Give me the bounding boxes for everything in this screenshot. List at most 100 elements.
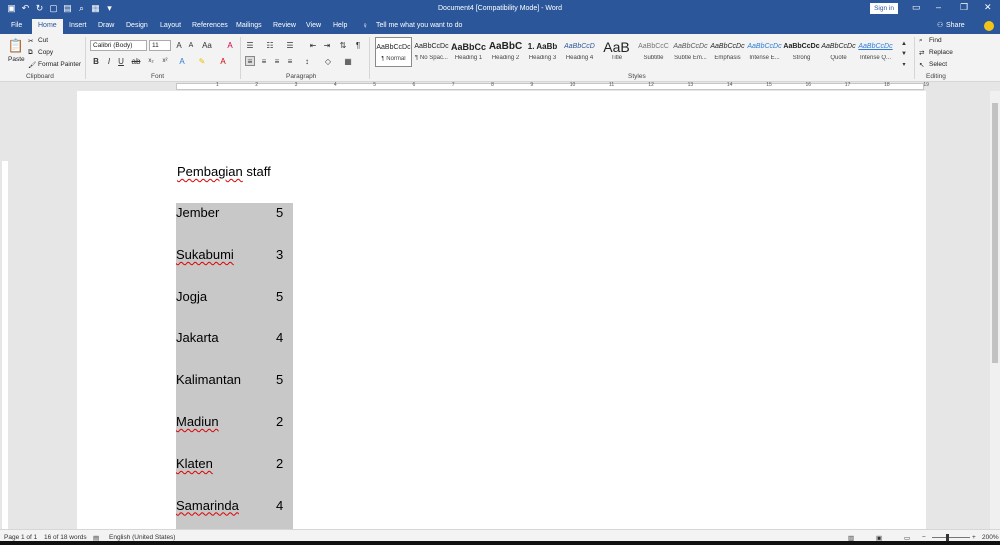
tab-home[interactable]: Home xyxy=(32,19,63,34)
share-icon[interactable]: ⚇ xyxy=(937,21,943,29)
paste-icon[interactable]: 📋 xyxy=(8,38,24,54)
highlight-color-icon[interactable]: ✎ xyxy=(197,56,207,66)
show-formatting-marks-icon[interactable]: ¶ xyxy=(353,40,363,50)
tab-review[interactable]: Review xyxy=(273,22,296,29)
style-quote[interactable]: AaBbCcDc Quote xyxy=(820,37,857,67)
shrink-font-icon[interactable]: A xyxy=(186,40,196,50)
justify-icon[interactable]: ≡ xyxy=(285,56,295,66)
tab-design[interactable]: Design xyxy=(126,22,148,29)
replace-icon[interactable]: ⇄ xyxy=(919,49,924,57)
close-icon[interactable]: ✕ xyxy=(984,2,992,13)
style-emphasis[interactable]: AaBbCcDc Emphasis xyxy=(709,37,746,67)
copy-icon[interactable]: ⧉ xyxy=(28,49,33,57)
list-item[interactable]: Klaten 2 xyxy=(176,454,296,476)
clear-formatting-icon[interactable]: A xyxy=(225,40,235,50)
style-heading-2[interactable]: AaBbC Heading 2 xyxy=(487,37,524,67)
vertical-scrollbar[interactable] xyxy=(990,91,1000,529)
format-painter-icon[interactable]: 🖌 xyxy=(28,61,36,69)
tab-references[interactable]: References xyxy=(192,22,228,29)
paste-button[interactable]: Paste xyxy=(8,56,25,63)
style-subtle-emphasis[interactable]: AaBbCcDc Subtle Em... xyxy=(672,37,709,67)
copy-button[interactable]: Copy xyxy=(38,49,53,56)
numbering-icon[interactable]: ☷ xyxy=(265,40,275,50)
minimize-icon[interactable]: – xyxy=(936,2,941,12)
word-count[interactable]: 16 of 18 words xyxy=(44,534,87,541)
share-button[interactable]: Share xyxy=(946,22,965,29)
feedback-smiley-icon[interactable] xyxy=(984,21,994,31)
list-item[interactable]: Jakarta 4 xyxy=(176,328,296,350)
style-title[interactable]: AaB Title xyxy=(598,37,635,67)
zoom-out-icon[interactable]: − xyxy=(922,534,926,541)
align-left-icon[interactable]: ≡ xyxy=(245,56,255,66)
grow-font-icon[interactable]: A xyxy=(174,40,184,50)
bold-icon[interactable]: B xyxy=(91,56,101,66)
cut-icon[interactable]: ✂ xyxy=(28,37,33,45)
decrease-indent-icon[interactable]: ⇤ xyxy=(308,40,318,50)
format-painter-button[interactable]: Format Painter xyxy=(38,61,81,68)
find-icon[interactable]: ⌕ xyxy=(919,37,923,45)
style-subtitle[interactable]: AaBbCcC Subtitle xyxy=(635,37,672,67)
style-heading-3[interactable]: 1. AaBb Heading 3 xyxy=(524,37,561,67)
style-heading-4[interactable]: AaBbCcD Heading 4 xyxy=(561,37,598,67)
bullets-icon[interactable]: ☰ xyxy=(245,40,255,50)
horizontal-ruler[interactable]: 1 2 3 4 5 6 7 8 9 10 11 12 13 14 15 16 17 18 19 xyxy=(76,82,929,91)
ribbon-display-options-icon[interactable]: ▭ xyxy=(912,2,921,13)
document-heading[interactable]: Pembagian staff xyxy=(177,164,271,179)
style-intense-quote[interactable]: AaBbCcDc Intense Q... xyxy=(857,37,894,67)
zoom-level[interactable]: 200% xyxy=(982,534,999,541)
align-center-icon[interactable]: ≡ xyxy=(259,56,269,66)
tell-me-search[interactable]: Tell me what you want to do xyxy=(376,22,462,29)
style-intense-emphasis[interactable]: AaBbCcDc Intense E... xyxy=(746,37,783,67)
style-normal[interactable]: AaBbCcDc ¶ Normal xyxy=(375,37,412,67)
tab-help[interactable]: Help xyxy=(333,22,347,29)
style-no-spacing[interactable]: AaBbCcDc ¶ No Spac... xyxy=(413,37,450,67)
superscript-icon[interactable]: x² xyxy=(160,56,170,66)
multilevel-list-icon[interactable]: ☰ xyxy=(285,40,295,50)
zoom-in-icon[interactable]: + xyxy=(972,534,976,541)
line-spacing-icon[interactable]: ↕ xyxy=(302,56,312,66)
maximize-icon[interactable]: ❐ xyxy=(960,2,968,13)
styles-scroll-down-icon[interactable]: ▼ xyxy=(899,49,909,59)
selected-text-block[interactable]: Jember 5 Sukabumi 3 Jogja 5 Jakarta 4 Kalimantan… xyxy=(176,203,293,529)
font-color-icon[interactable]: A xyxy=(218,56,228,66)
tab-draw[interactable]: Draw xyxy=(98,22,114,29)
subscript-icon[interactable]: x₂ xyxy=(146,56,156,66)
replace-button[interactable]: Replace xyxy=(929,49,953,56)
underline-icon[interactable]: U xyxy=(116,56,126,66)
shading-icon[interactable]: ◇ xyxy=(323,56,333,66)
sign-in-button[interactable]: Sign in xyxy=(870,3,898,14)
tab-view[interactable]: View xyxy=(306,22,321,29)
list-item[interactable]: Madiun 2 xyxy=(176,412,296,434)
strikethrough-icon[interactable]: ab xyxy=(131,56,141,66)
font-size-dropdown[interactable]: 11 xyxy=(149,40,171,51)
vertical-ruler[interactable] xyxy=(0,91,10,529)
page-count[interactable]: Page 1 of 1 xyxy=(4,534,37,541)
select-button[interactable]: Select xyxy=(929,61,947,68)
zoom-slider[interactable] xyxy=(932,537,970,538)
tab-file[interactable]: File xyxy=(11,22,22,29)
increase-indent-icon[interactable]: ⇥ xyxy=(322,40,332,50)
borders-icon[interactable]: ▦ xyxy=(343,56,353,66)
styles-more-icon[interactable]: ▾ xyxy=(899,59,909,69)
list-item[interactable]: Samarinda 4 xyxy=(176,496,296,518)
change-case-icon[interactable]: Aa xyxy=(202,40,212,50)
italic-icon[interactable]: I xyxy=(104,56,114,66)
list-item[interactable]: Jember 5 xyxy=(176,203,296,225)
styles-scroll-up-icon[interactable]: ▲ xyxy=(899,39,909,49)
sort-icon[interactable]: ⇅ xyxy=(338,40,348,50)
tab-insert[interactable]: Insert xyxy=(69,22,87,29)
cut-button[interactable]: Cut xyxy=(38,37,48,44)
tab-mailings[interactable]: Mailings xyxy=(236,22,262,29)
find-button[interactable]: Find xyxy=(929,37,942,44)
select-icon[interactable]: ↖ xyxy=(919,61,924,69)
list-item[interactable]: Kalimantan 5 xyxy=(176,370,296,392)
document-page[interactable]: Pembagian staff Jember 5 Sukabumi 3 Jogja 5 Ja… xyxy=(77,91,926,529)
align-right-icon[interactable]: ≡ xyxy=(272,56,282,66)
text-effects-icon[interactable]: A xyxy=(177,56,187,66)
style-strong[interactable]: AaBbCcDc Strong xyxy=(783,37,820,67)
list-item[interactable]: Jogja 5 xyxy=(176,287,296,309)
font-name-dropdown[interactable]: Calibri (Body) xyxy=(90,40,147,51)
style-heading-1[interactable]: AaBbCc Heading 1 xyxy=(450,37,487,67)
language-indicator[interactable]: English (United States) xyxy=(109,534,175,541)
list-item[interactable]: Sukabumi 3 xyxy=(176,245,296,267)
